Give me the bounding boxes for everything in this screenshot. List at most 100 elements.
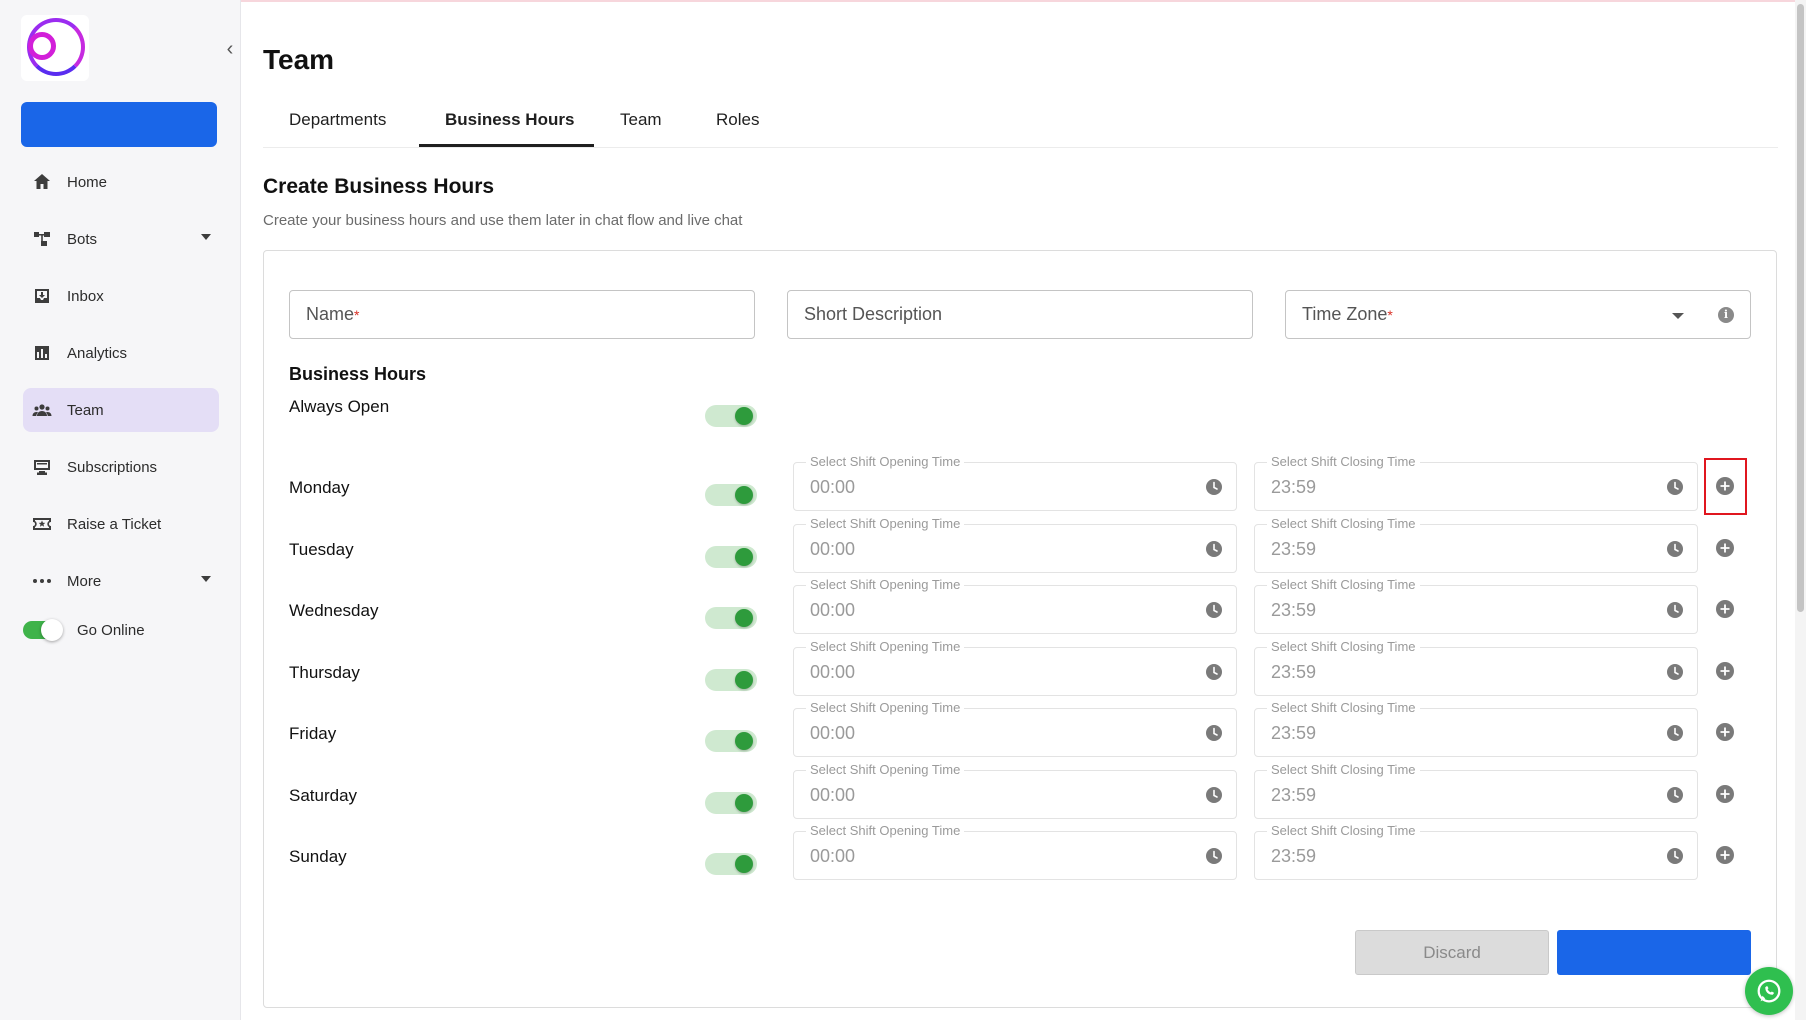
discard-button[interactable]: Discard (1355, 930, 1549, 975)
closing-time-wednesday[interactable]: Select Shift Closing Time 23:59 (1254, 577, 1698, 634)
page-scrollbar[interactable] (1795, 0, 1806, 1020)
primary-action-button[interactable] (21, 102, 217, 147)
collapse-sidebar-icon[interactable]: ‹ (222, 38, 238, 60)
add-shift-icon[interactable] (1715, 784, 1735, 804)
sidebar-item-label: Subscriptions (67, 458, 158, 476)
tab-roles[interactable]: Roles (716, 110, 759, 130)
sidebar-item-analytics[interactable]: Analytics (23, 331, 219, 375)
clock-icon[interactable] (1666, 786, 1684, 804)
add-shift-icon[interactable] (1715, 538, 1735, 558)
scrollbar-thumb[interactable] (1797, 4, 1804, 612)
closing-time-tuesday[interactable]: Select Shift Closing Time 23:59 (1254, 515, 1698, 573)
opening-time-tuesday[interactable]: Select Shift Opening Time 00:00 (793, 515, 1237, 573)
day-label-wednesday: Wednesday (289, 601, 379, 620)
time-zone-select[interactable]: Time Zone * i (1285, 290, 1751, 339)
clock-icon[interactable] (1666, 663, 1684, 681)
closing-time-value: 23:59 (1271, 600, 1317, 620)
opening-time-value: 00:00 (810, 538, 856, 559)
add-shift-icon[interactable] (1715, 661, 1735, 681)
clock-icon[interactable] (1666, 478, 1684, 496)
whatsapp-chat-button[interactable] (1745, 967, 1793, 1015)
clock-icon[interactable] (1205, 724, 1223, 742)
day-toggle-tuesday[interactable] (705, 545, 757, 568)
tab-business-hours[interactable]: Business Hours (445, 110, 574, 130)
name-input[interactable]: Name * (289, 290, 755, 339)
closing-time-label: Select Shift Closing Time (1267, 515, 1420, 531)
required-mark: * (354, 306, 360, 323)
tab-departments[interactable]: Departments (289, 110, 386, 130)
add-shift-icon[interactable] (1715, 599, 1735, 619)
opening-time-friday[interactable]: Select Shift Opening Time 00:00 (793, 700, 1237, 757)
add-shift-icon[interactable] (1715, 722, 1735, 742)
closing-time-thursday[interactable]: Select Shift Closing Time 23:59 (1254, 638, 1698, 696)
closing-time-friday[interactable]: Select Shift Closing Time 23:59 (1254, 700, 1698, 757)
more-icon (31, 570, 53, 592)
info-icon[interactable]: i (1718, 307, 1734, 323)
logo-dot-icon (28, 32, 56, 60)
opening-time-label: Select Shift Opening Time (806, 577, 965, 592)
day-toggle-thursday[interactable] (705, 668, 757, 691)
toggle-knob (735, 547, 753, 566)
clock-icon[interactable] (1666, 601, 1684, 619)
toggle-knob (735, 793, 753, 812)
clock-icon[interactable] (1666, 847, 1684, 865)
sidebar-item-inbox[interactable]: Inbox (23, 274, 219, 318)
sidebar-item-home[interactable]: Home (23, 160, 219, 204)
closing-time-value: 23:59 (1271, 846, 1317, 866)
highlight-annotation-box (1704, 458, 1747, 515)
opening-time-saturday[interactable]: Select Shift Opening Time 00:00 (793, 761, 1237, 819)
closing-time-label: Select Shift Closing Time (1267, 454, 1420, 469)
clock-icon[interactable] (1666, 540, 1684, 558)
day-toggle-sunday[interactable] (705, 853, 757, 875)
opening-time-sunday[interactable]: Select Shift Opening Time 00:00 (793, 823, 1237, 880)
active-tab-indicator (419, 144, 594, 147)
clock-icon[interactable] (1666, 724, 1684, 742)
sidebar-item-label: Bots (67, 230, 98, 248)
day-toggle-friday[interactable] (705, 730, 757, 752)
add-shift-icon[interactable] (1715, 845, 1735, 865)
day-toggle-saturday[interactable] (705, 791, 757, 814)
closing-time-label: Select Shift Closing Time (1267, 761, 1420, 777)
sidebar-item-label: Analytics (67, 344, 128, 362)
go-online-toggle[interactable] (23, 619, 63, 641)
opening-time-label: Select Shift Opening Time (806, 700, 965, 715)
always-open-toggle[interactable] (705, 405, 757, 427)
opening-time-wednesday[interactable]: Select Shift Opening Time 00:00 (793, 577, 1237, 634)
day-toggle-wednesday[interactable] (705, 607, 757, 629)
opening-time-value: 00:00 (810, 846, 856, 866)
sidebar-item-raise-a-ticket[interactable]: Raise a Ticket (23, 502, 219, 546)
opening-time-label: Select Shift Opening Time (806, 515, 965, 531)
save-button[interactable] (1557, 930, 1751, 975)
sidebar-item-more[interactable]: More (23, 559, 219, 603)
tab-team[interactable]: Team (620, 110, 662, 130)
closing-time-sunday[interactable]: Select Shift Closing Time 23:59 (1254, 823, 1698, 880)
sidebar-item-bots[interactable]: Bots (23, 217, 219, 261)
go-online-toggle-row: Go Online (23, 619, 145, 641)
app-logo[interactable] (21, 15, 89, 81)
short-description-input[interactable]: Short Description (787, 290, 1253, 339)
closing-time-value: 23:59 (1271, 723, 1317, 743)
closing-time-label: Select Shift Closing Time (1267, 823, 1420, 838)
clock-icon[interactable] (1205, 601, 1223, 619)
opening-time-thursday[interactable]: Select Shift Opening Time 00:00 (793, 638, 1237, 696)
opening-time-monday[interactable]: Select Shift Opening Time 00:00 (793, 454, 1237, 511)
clock-icon[interactable] (1205, 663, 1223, 681)
subscriptions-icon (31, 456, 53, 478)
whatsapp-icon (1757, 979, 1781, 1003)
clock-icon[interactable] (1205, 478, 1223, 496)
sidebar-item-subscriptions[interactable]: Subscriptions (23, 445, 219, 489)
caret-down-icon (201, 234, 211, 240)
ticket-icon (31, 513, 53, 535)
clock-icon[interactable] (1205, 847, 1223, 865)
clock-icon[interactable] (1205, 786, 1223, 804)
closing-time-monday[interactable]: Select Shift Closing Time 23:59 (1254, 454, 1698, 511)
closing-time-saturday[interactable]: Select Shift Closing Time 23:59 (1254, 761, 1698, 819)
sidebar-item-team[interactable]: Team (23, 388, 219, 432)
day-label-sunday: Sunday (289, 847, 347, 866)
tab-bar: Departments Business Hours Team Roles (263, 100, 1778, 148)
day-toggle-monday[interactable] (705, 484, 757, 506)
closing-time-value: 23:59 (1271, 784, 1317, 805)
analytics-icon (31, 342, 53, 364)
sidebar-item-label: Team (67, 401, 104, 419)
clock-icon[interactable] (1205, 540, 1223, 558)
